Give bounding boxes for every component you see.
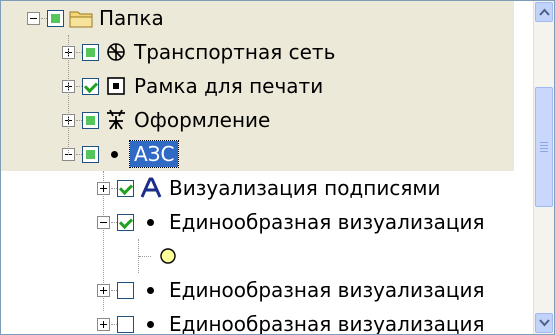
- tree-item-folder[interactable]: Папка: [1, 1, 514, 35]
- network-icon: [107, 43, 125, 61]
- expand-toggle[interactable]: [97, 182, 110, 195]
- scroll-down-button[interactable]: [535, 313, 553, 333]
- text-label-icon: [140, 177, 162, 198]
- chevron-up-icon: [539, 8, 550, 16]
- point-bullet-icon: [111, 151, 118, 158]
- tree-item-label-visualization[interactable]: Визуализация подписями: [1, 171, 514, 205]
- tree-item-uniform-visualization-3[interactable]: Единообразная визуализация: [1, 307, 514, 335]
- scroll-up-button[interactable]: [535, 2, 553, 22]
- partial-checkbox[interactable]: [82, 146, 99, 163]
- tree-item-label: Транспортная сеть: [134, 40, 336, 64]
- chevron-down-icon: [539, 319, 550, 327]
- point-bullet-icon: [147, 287, 154, 294]
- checkbox-unchecked[interactable]: [117, 316, 134, 333]
- partial-checkbox[interactable]: [82, 44, 99, 61]
- tree-item-label: Единообразная визуализация: [169, 312, 485, 335]
- point-bullet-icon: [147, 321, 154, 328]
- partial-checkbox[interactable]: [47, 10, 64, 27]
- tree-item-styling[interactable]: Оформление: [1, 103, 514, 137]
- tree-item-symbol[interactable]: [1, 239, 514, 273]
- layer-tree-panel: Папка Транспортная сеть Рамка для печати…: [0, 0, 555, 335]
- tree-item-label: Единообразная визуализация: [169, 278, 485, 302]
- tree-item-label: Оформление: [134, 108, 271, 132]
- tree-item-label: Визуализация подписями: [169, 176, 441, 200]
- tree-item-label-selected: АЗС: [128, 140, 180, 168]
- tree-item-uniform-visualization[interactable]: Единообразная визуализация: [1, 205, 514, 239]
- folder-icon: [69, 11, 93, 28]
- collapse-toggle[interactable]: [97, 216, 110, 229]
- frame-icon: [107, 77, 125, 95]
- styling-icon: [107, 109, 125, 130]
- scrollbar-thumb[interactable]: [535, 87, 553, 207]
- checkbox-checked[interactable]: [117, 214, 134, 231]
- expand-toggle[interactable]: [97, 318, 110, 331]
- tree-item-label: Рамка для печати: [134, 74, 324, 98]
- tree-item-label: Папка: [99, 6, 164, 30]
- partial-checkbox[interactable]: [82, 112, 99, 129]
- checkbox-unchecked[interactable]: [117, 282, 134, 299]
- checkbox-checked[interactable]: [117, 180, 134, 197]
- tree-item-uniform-visualization-2[interactable]: Единообразная визуализация: [1, 273, 514, 307]
- point-bullet-icon: [147, 219, 154, 226]
- tree-item-gas-stations[interactable]: АЗС: [1, 137, 514, 171]
- checkbox-checked[interactable]: [82, 78, 99, 95]
- expand-toggle[interactable]: [97, 284, 110, 297]
- yellow-circle-symbol-icon: [160, 248, 176, 264]
- collapse-toggle[interactable]: [27, 12, 40, 25]
- vertical-scrollbar[interactable]: [533, 1, 554, 334]
- tree-item-transport-network[interactable]: Транспортная сеть: [1, 35, 514, 69]
- tree-item-label: Единообразная визуализация: [169, 210, 485, 234]
- tree-item-print-frame[interactable]: Рамка для печати: [1, 69, 514, 103]
